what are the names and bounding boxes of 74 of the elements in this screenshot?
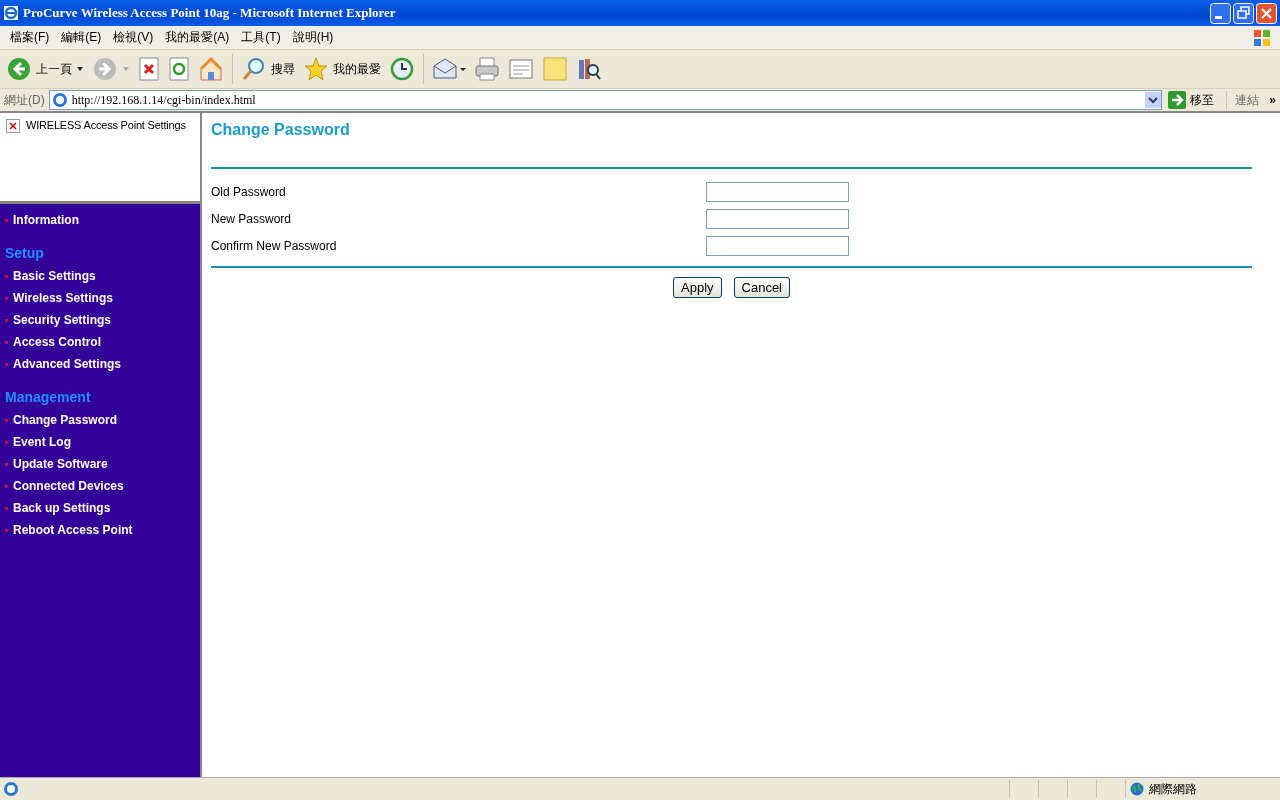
bullet-icon xyxy=(5,462,8,466)
password-field[interactable] xyxy=(706,208,849,229)
nav-link[interactable]: Update Software xyxy=(13,457,108,471)
refresh-icon[interactable] xyxy=(168,56,190,82)
address-label: 網址(D) xyxy=(4,91,45,109)
nav-heading: Management xyxy=(5,389,92,405)
form-button[interactable]: Apply xyxy=(673,277,722,298)
books-icon[interactable] xyxy=(576,56,602,82)
restore-icon[interactable] xyxy=(1233,2,1254,24)
bullet-icon xyxy=(5,418,8,422)
nav-link[interactable]: Access Control xyxy=(13,335,102,349)
minimize-icon[interactable] xyxy=(1210,2,1231,24)
address-field[interactable]: http://192.168.1.14/cgi-bin/index.html xyxy=(48,90,1163,110)
search-button[interactable]: 搜尋 xyxy=(241,56,295,82)
nav-link[interactable]: Security Settings xyxy=(13,313,112,327)
menu-item[interactable]: 我的最愛(A) xyxy=(159,29,236,46)
banner-text: WIRELESS Access Point Settings xyxy=(26,119,186,131)
nav-link[interactable]: Connected Devices xyxy=(13,479,124,493)
close-icon[interactable] xyxy=(1256,2,1277,24)
page-heading: Change Password xyxy=(211,121,351,139)
bullet-icon xyxy=(5,528,8,532)
bullet-icon xyxy=(5,440,8,444)
field-label: Confirm New Password xyxy=(211,238,338,253)
nav-link[interactable]: Change Password xyxy=(13,413,118,427)
nav-link[interactable]: Wireless Settings xyxy=(13,291,113,305)
favorites-button[interactable]: 我的最愛 xyxy=(303,56,381,82)
windows-logo-icon xyxy=(1252,27,1272,48)
more-button[interactable]: » xyxy=(1269,93,1280,107)
menu-item[interactable]: 檔案(F) xyxy=(4,29,56,46)
bullet-icon xyxy=(5,362,8,366)
nav-link[interactable]: Back up Settings xyxy=(13,501,111,515)
bullet-icon xyxy=(5,318,8,322)
password-field[interactable] xyxy=(706,181,849,202)
menu-item[interactable]: 檢視(V) xyxy=(107,29,160,46)
search-icon xyxy=(241,56,267,82)
password-field[interactable] xyxy=(706,235,849,256)
clock-icon[interactable] xyxy=(389,56,415,82)
browser-icon xyxy=(3,5,19,21)
back-button[interactable]: 上一頁 xyxy=(6,56,84,82)
home-icon[interactable] xyxy=(198,56,224,82)
stop-icon[interactable] xyxy=(138,56,160,82)
go-button[interactable]: 移至 xyxy=(1166,91,1223,109)
nav-heading: Setup xyxy=(5,245,45,261)
broken-image-icon xyxy=(6,119,20,133)
form-button[interactable]: Cancel xyxy=(733,277,790,298)
menu-item[interactable]: 說明(H) xyxy=(286,29,340,46)
nav-link[interactable]: Basic Settings xyxy=(13,269,96,283)
page-icon xyxy=(3,781,19,797)
bullet-icon xyxy=(5,274,8,278)
bullet-icon xyxy=(5,506,8,510)
nav-link[interactable]: Advanced Settings xyxy=(13,357,122,371)
caret-icon xyxy=(76,65,84,73)
printer-icon[interactable] xyxy=(474,56,500,82)
links-button[interactable]: 連結 xyxy=(1226,91,1266,109)
menu-item[interactable]: 工具(T) xyxy=(235,29,287,46)
bullet-icon xyxy=(5,484,8,488)
nav-link[interactable]: Event Log xyxy=(13,435,71,449)
caret-icon[interactable] xyxy=(1145,92,1162,108)
field-label: Old Password xyxy=(211,184,287,199)
nav-link[interactable]: Information xyxy=(13,213,79,227)
zone-text: 網際網路 xyxy=(1149,780,1197,798)
menu-item[interactable]: 編輯(E) xyxy=(55,29,108,46)
nav-link[interactable]: Reboot Access Point xyxy=(13,523,133,537)
bullet-icon xyxy=(5,218,8,222)
document-icon[interactable] xyxy=(508,56,534,82)
envelope-icon[interactable] xyxy=(432,56,466,82)
arrow-icon xyxy=(1168,91,1187,109)
star-icon xyxy=(303,56,329,82)
field-label: New Password xyxy=(211,211,293,226)
window-title: ProCurve Wireless Access Point 10ag - Microsoft Internet Explorer xyxy=(23,5,397,21)
globe-icon xyxy=(1130,782,1144,796)
bullet-icon xyxy=(5,296,8,300)
page-icon xyxy=(51,92,68,108)
bullet-icon xyxy=(5,340,8,344)
